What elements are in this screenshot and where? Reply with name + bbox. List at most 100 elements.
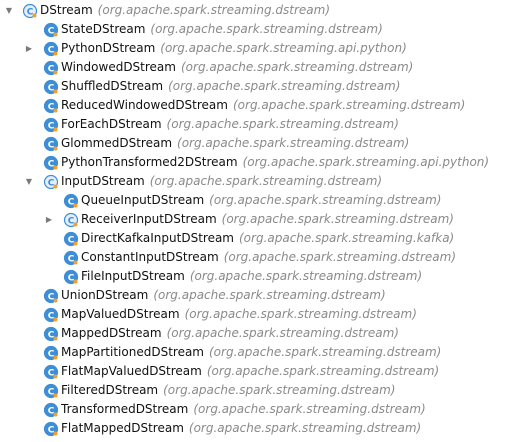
tree-row[interactable]: C DirectKafkaInputDStream (org.apache.spar… <box>0 229 508 248</box>
package-name: (org.apache.spark.streaming.dstream) <box>180 60 414 74</box>
class-icon: C <box>43 402 59 418</box>
class-name: UnionDStream <box>61 288 149 302</box>
collapsed-triangle-icon[interactable]: ▶ <box>44 210 54 229</box>
tree-row[interactable]: ▶ C PythonDStream (org.apache.spark.streami… <box>0 39 508 58</box>
class-icon: C <box>43 383 59 399</box>
package-name: (org.apache.spark.streaming.dstream) <box>188 421 422 435</box>
tree-row-label: DirectKafkaInputDStream (org.apache.spark… <box>81 229 454 248</box>
tree-row[interactable]: C FilteredDStream (org.apache.spark.stream… <box>0 381 508 400</box>
collapsed-triangle-icon[interactable]: ▶ <box>24 39 34 58</box>
class-name: QueueInputDStream <box>81 193 205 207</box>
tree-row[interactable]: C PythonTransformed2DStream (org.apache.sp… <box>0 153 508 172</box>
class-name: FlatMapValuedDStream <box>61 364 202 378</box>
class-name: FlatMappedDStream <box>61 421 184 435</box>
tree-row-label: FilteredDStream (org.apache.spark.streami… <box>61 381 395 400</box>
class-name: GlommedDStream <box>61 136 173 150</box>
tree-row-label: QueueInputDStream (org.apache.spark.strea… <box>81 191 442 210</box>
tree-row[interactable]: C ForEachDStream (org.apache.spark.streami… <box>0 115 508 134</box>
package-name: (org.apache.spark.streaming.dstream) <box>189 269 423 283</box>
tree-row-label: MapPartitionedDStream (org.apache.spark.s… <box>61 343 441 362</box>
tree-row-label: ConstantInputDStream (org.apache.spark.st… <box>81 248 456 267</box>
package-name: (org.apache.spark.streaming.kafka) <box>239 231 455 245</box>
tree-row-label: GlommedDStream (org.apache.spark.streamin… <box>61 134 409 153</box>
class-icon: C <box>63 250 79 266</box>
tree-row[interactable]: ▼ C DStream (org.apache.spark.streaming.dst… <box>0 1 508 20</box>
class-icon: C <box>43 41 59 57</box>
tree-row-label: PythonTransformed2DStream (org.apache.spa… <box>61 153 489 172</box>
expanded-triangle-icon[interactable]: ▼ <box>4 1 14 20</box>
tree-row-label: WindowedDStream (org.apache.spark.streami… <box>61 58 413 77</box>
class-icon: C <box>43 326 59 342</box>
package-name: (org.apache.spark.streaming.dstream) <box>221 212 454 226</box>
class-icon: C <box>63 269 79 285</box>
class-icon: C <box>43 79 59 95</box>
tree-row-label: UnionDStream (org.apache.spark.streaming.… <box>61 286 386 305</box>
package-name: (org.apache.spark.streaming.dstream) <box>184 307 417 321</box>
abstract-class-icon: C <box>22 3 38 19</box>
tree-row[interactable]: C TransformedDStream (org.apache.spark.str… <box>0 400 508 419</box>
package-name: (org.apache.spark.streaming.dstream) <box>209 193 442 207</box>
tree-row[interactable]: C UnionDStream (org.apache.spark.streaming… <box>0 286 508 305</box>
tree-row-label: FileInputDStream (org.apache.spark.stream… <box>81 267 422 286</box>
class-name: MappedDStream <box>61 326 162 340</box>
tree-row-label: ReceiverInputDStream (org.apache.spark.st… <box>81 210 454 229</box>
tree-row[interactable]: ▶ C ReceiverInputDStream (org.apache.spark.… <box>0 210 508 229</box>
class-icon: C <box>43 345 59 361</box>
tree-row[interactable]: C StateDStream (org.apache.spark.streaming… <box>0 20 508 39</box>
class-icon: C <box>43 117 59 133</box>
tree-row[interactable]: C WindowedDStream (org.apache.spark.stream… <box>0 58 508 77</box>
tree-row[interactable]: C FileInputDStream (org.apache.spark.strea… <box>0 267 508 286</box>
tree-row[interactable]: C ShuffledDStream (org.apache.spark.stream… <box>0 77 508 96</box>
class-icon: C <box>43 307 59 323</box>
tree-row[interactable]: C FlatMappedDStream (org.apache.spark.stre… <box>0 419 508 438</box>
class-name: MapPartitionedDStream <box>61 345 204 359</box>
class-icon: C <box>63 231 79 247</box>
tree-row[interactable]: C ConstantInputDStream (org.apache.spark.s… <box>0 248 508 267</box>
package-name: (org.apache.spark.streaming.api.python) <box>160 41 407 55</box>
class-name: DStream <box>40 3 93 17</box>
class-icon: C <box>43 421 59 437</box>
class-name: MapValuedDStream <box>61 307 180 321</box>
package-name: (org.apache.spark.streaming.dstream) <box>206 364 440 378</box>
tree-row[interactable]: ▼ C InputDStream (org.apache.spark.streamin… <box>0 172 508 191</box>
package-name: (org.apache.spark.streaming.dstream) <box>149 174 383 188</box>
package-name: (org.apache.spark.streaming.dstream) <box>166 326 399 340</box>
tree-row[interactable]: C ReducedWindowedDStream (org.apache.spark… <box>0 96 508 115</box>
tree-row-label: StateDStream (org.apache.spark.streaming.… <box>61 20 383 39</box>
tree-row[interactable]: C GlommedDStream (org.apache.spark.streami… <box>0 134 508 153</box>
tree-row[interactable]: C MappedDStream (org.apache.spark.streamin… <box>0 324 508 343</box>
tree-row[interactable]: C MapPartitionedDStream (org.apache.spark.… <box>0 343 508 362</box>
tree-row[interactable]: C QueueInputDStream (org.apache.spark.stre… <box>0 191 508 210</box>
tree-row-label: InputDStream (org.apache.spark.streaming.… <box>61 172 382 191</box>
class-icon: C <box>43 60 59 76</box>
tree-row-label: MappedDStream (org.apache.spark.streaming… <box>61 324 399 343</box>
package-name: (org.apache.spark.streaming.dstream) <box>209 345 442 359</box>
package-name: (org.apache.spark.streaming.dstream) <box>163 383 396 397</box>
package-name: (org.apache.spark.streaming.dstream) <box>150 22 383 36</box>
abstract-class-icon: C <box>43 174 59 190</box>
tree-row-label: FlatMappedDStream (org.apache.spark.strea… <box>61 419 421 438</box>
abstract-class-icon: C <box>63 212 79 228</box>
tree-row-label: PythonDStream (org.apache.spark.streaming… <box>61 39 407 58</box>
class-icon: C <box>43 98 59 114</box>
package-name: (org.apache.spark.streaming.dstream) <box>153 288 386 302</box>
tree-row-label: ForEachDStream (org.apache.spark.streamin… <box>61 115 399 134</box>
class-name: PythonTransformed2DStream <box>61 155 238 169</box>
tree-row[interactable]: C FlatMapValuedDStream (org.apache.spark.s… <box>0 362 508 381</box>
class-name: InputDStream <box>61 174 145 188</box>
class-icon: C <box>43 288 59 304</box>
class-name: ShuffledDStream <box>61 79 164 93</box>
tree-row[interactable]: C MapValuedDStream (org.apache.spark.strea… <box>0 305 508 324</box>
class-name: TransformedDStream <box>61 402 189 416</box>
package-name: (org.apache.spark.streaming.dstream) <box>193 402 426 416</box>
class-name: ReceiverInputDStream <box>81 212 217 226</box>
class-name: FileInputDStream <box>81 269 185 283</box>
package-name: (org.apache.spark.streaming.dstream) <box>166 117 399 131</box>
expanded-triangle-icon[interactable]: ▼ <box>24 172 34 191</box>
package-name: (org.apache.spark.streaming.dstream) <box>168 79 401 93</box>
class-name: StateDStream <box>61 22 146 36</box>
package-name: (org.apache.spark.streaming.dstream) <box>97 3 331 17</box>
package-name: (org.apache.spark.streaming.api.python) <box>242 155 490 169</box>
type-hierarchy-tree: ▼ C DStream (org.apache.spark.streaming.dst… <box>0 0 508 442</box>
tree-row-label: ReducedWindowedDStream (org.apache.spark.… <box>61 96 465 115</box>
